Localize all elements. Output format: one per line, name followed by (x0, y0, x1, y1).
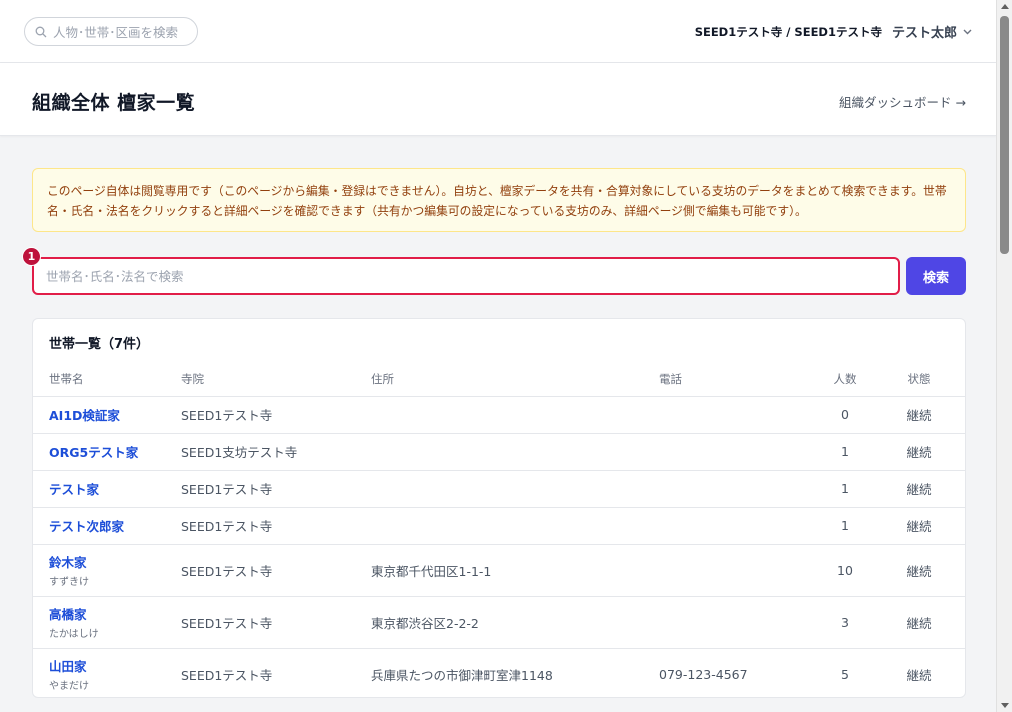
household-kana: やまだけ (49, 681, 89, 693)
phone-cell (659, 470, 809, 508)
household-name-link[interactable]: 高橋家 (49, 604, 181, 623)
column-header-name: 世帯名 (33, 363, 181, 397)
phone-cell (659, 596, 809, 649)
table-row: 鈴木家 すずきけ SEED1テスト寺 東京都千代田区1-1-1 10 継続 (33, 544, 965, 597)
table-row: テスト次郎家 SEED1テスト寺 1 継続 (33, 507, 965, 545)
address-cell: 東京都千代田区1-1-1 (371, 544, 659, 597)
status-cell: 継続 (881, 544, 965, 597)
count-cell: 0 (809, 396, 881, 434)
household-name-link[interactable]: ORG5テスト家 (49, 442, 181, 461)
column-header-temple: 寺院 (181, 363, 371, 397)
address-cell: 兵庫県たつの市御津町室津1148 (371, 667, 553, 683)
user-name: テスト太郎 (891, 26, 957, 41)
page: 人物･世帯･区画を検索 SEED1テスト寺 / SEED1テスト寺 テスト太郎 … (0, 0, 996, 712)
page-header: 組織全体 檀家一覧 組織ダッシュボード → (0, 63, 996, 136)
household-kana: たかはしけ (49, 629, 99, 640)
household-list-card: 世帯一覧（7件） 世帯名 寺院 住所 電話 人数 状態 AI1D検証家 SEED… (32, 318, 966, 698)
page-title: 組織全体 檀家一覧 (32, 92, 196, 114)
household-table: 世帯名 寺院 住所 電話 人数 状態 AI1D検証家 SEED1テスト寺 0 継… (33, 363, 965, 697)
table-header-row: 世帯名 寺院 住所 電話 人数 状態 (33, 363, 965, 397)
dashboard-link[interactable]: 組織ダッシュボード → (839, 92, 966, 111)
table-row: 高橋家 たかはしけ SEED1テスト寺 東京都渋谷区2-2-2 3 継続 (33, 596, 965, 649)
count-cell: 10 (809, 544, 881, 597)
address-cell: 東京都渋谷区2-2-2 (371, 596, 659, 649)
table-row: AI1D検証家 SEED1テスト寺 0 継続 (33, 396, 965, 434)
scroll-down-arrow-icon[interactable] (1001, 703, 1009, 708)
column-header-address: 住所 (371, 363, 659, 397)
household-name-link[interactable]: 鈴木家 (49, 552, 181, 571)
temple-cell: SEED1テスト寺 (181, 596, 371, 649)
temple-cell: SEED1テスト寺 (181, 507, 371, 545)
household-name-link[interactable]: テスト次郎家 (49, 516, 181, 535)
address-cell (371, 396, 659, 434)
table-row: 山田家 やまだけ SEED1テスト寺 兵庫県たつの市御津町室津1148 079-… (33, 648, 965, 697)
status-cell: 継続 (906, 667, 932, 683)
status-cell: 継続 (881, 470, 965, 508)
phone-cell (659, 544, 809, 597)
user-menu[interactable]: テスト太郎 (892, 22, 972, 41)
address-cell (371, 433, 659, 471)
address-cell (371, 470, 659, 508)
household-kana: すずきけ (49, 577, 89, 588)
phone-cell (659, 433, 809, 471)
global-search-placeholder: 人物･世帯･区画を検索 (53, 25, 179, 40)
temple-path[interactable]: SEED1テスト寺 / SEED1テスト寺 (695, 24, 882, 40)
household-list-title: 世帯一覧（7件） (49, 337, 150, 352)
vertical-scrollbar[interactable] (996, 0, 1012, 712)
search-icon (35, 26, 47, 37)
count-cell: 5 (841, 666, 849, 682)
annotation-marker: 1 (22, 247, 41, 266)
status-cell: 継続 (881, 596, 965, 649)
search-button[interactable]: 検索 (906, 257, 966, 295)
temple-cell: SEED1テスト寺 (181, 667, 273, 683)
status-cell: 継続 (881, 396, 965, 434)
count-cell: 1 (809, 507, 881, 545)
phone-cell (659, 396, 809, 434)
table-row: ORG5テスト家 SEED1支坊テスト寺 1 継続 (33, 433, 965, 471)
count-cell: 1 (809, 470, 881, 508)
chevron-down-icon (963, 29, 972, 34)
count-cell: 1 (809, 433, 881, 471)
global-search[interactable]: 人物･世帯･区画を検索 (24, 17, 198, 46)
table-row: テスト家 SEED1テスト寺 1 継続 (33, 470, 965, 508)
column-header-status: 状態 (881, 363, 965, 397)
column-header-count: 人数 (809, 363, 881, 397)
scrollbar-thumb[interactable] (1000, 16, 1009, 254)
readonly-notice: このページ自体は閲覧専用です（このページから編集・登録はできません）。自坊と、檀… (32, 168, 966, 232)
count-cell: 3 (809, 596, 881, 649)
column-header-phone: 電話 (659, 363, 809, 397)
address-cell (371, 507, 659, 545)
phone-cell: 079-123-4567 (659, 666, 748, 682)
household-name-link[interactable]: テスト家 (49, 479, 181, 498)
temple-cell: SEED1テスト寺 (181, 470, 371, 508)
status-cell: 継続 (881, 507, 965, 545)
status-cell: 継続 (881, 433, 965, 471)
household-name-link[interactable]: AI1D検証家 (49, 405, 181, 424)
phone-cell (659, 507, 809, 545)
household-search-input[interactable] (32, 257, 900, 295)
scroll-up-arrow-icon[interactable] (1001, 4, 1009, 9)
household-name-link[interactable]: 山田家 (49, 656, 181, 675)
temple-cell: SEED1テスト寺 (181, 396, 371, 434)
temple-cell: SEED1支坊テスト寺 (181, 433, 371, 471)
temple-cell: SEED1テスト寺 (181, 544, 371, 597)
top-bar: 人物･世帯･区画を検索 SEED1テスト寺 / SEED1テスト寺 テスト太郎 (0, 0, 996, 63)
